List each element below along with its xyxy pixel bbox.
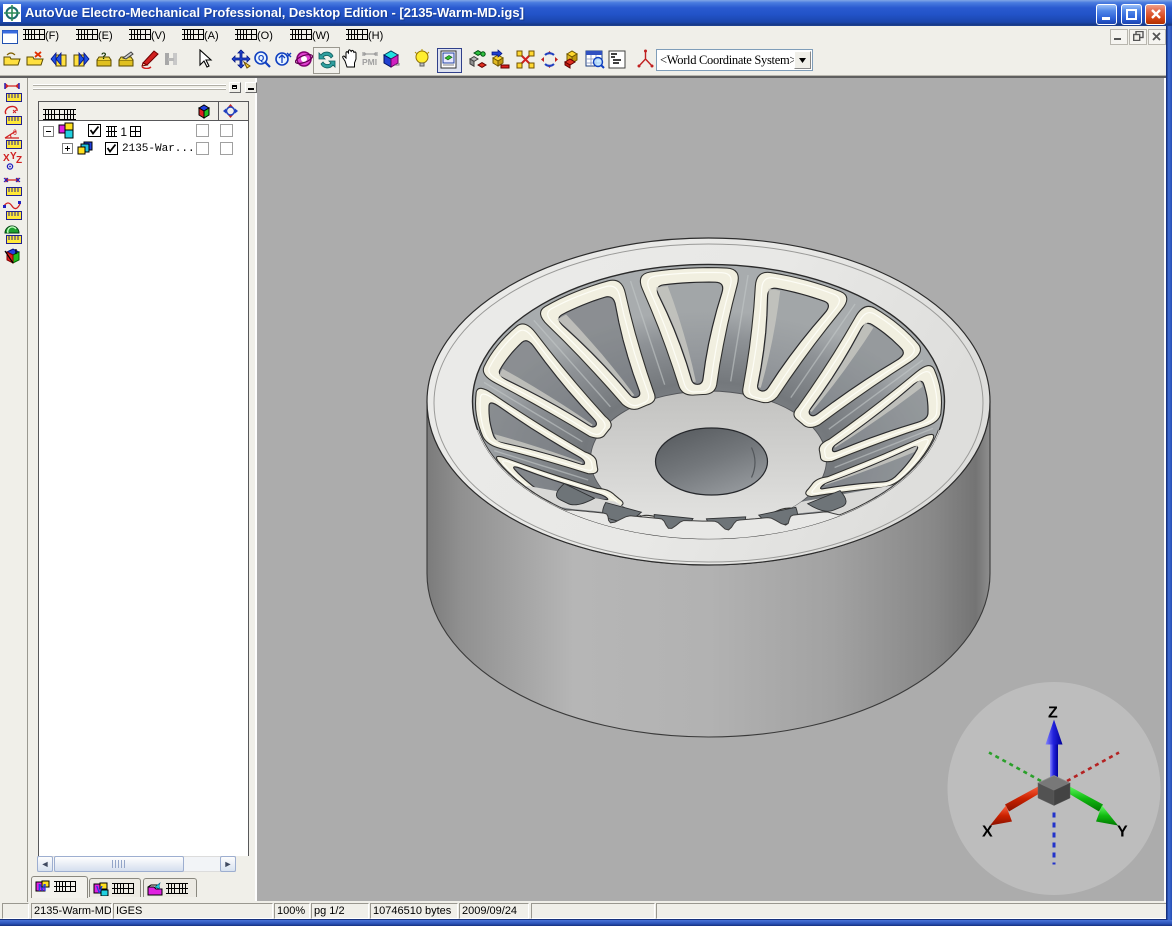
svg-text:V: V	[96, 885, 103, 896]
svg-text:Z: Z	[1048, 705, 1058, 722]
svg-text:Y: Y	[1117, 824, 1128, 841]
svg-text:Q: Q	[258, 54, 264, 63]
svg-text:X: X	[982, 824, 993, 841]
svg-text:θ: θ	[13, 130, 17, 137]
svg-text:X: X	[3, 153, 10, 164]
svg-text:PMI: PMI	[362, 57, 377, 67]
svg-text:Z: Z	[16, 155, 22, 166]
svg-text:M: M	[38, 883, 46, 894]
svg-text:?: ?	[101, 51, 107, 61]
